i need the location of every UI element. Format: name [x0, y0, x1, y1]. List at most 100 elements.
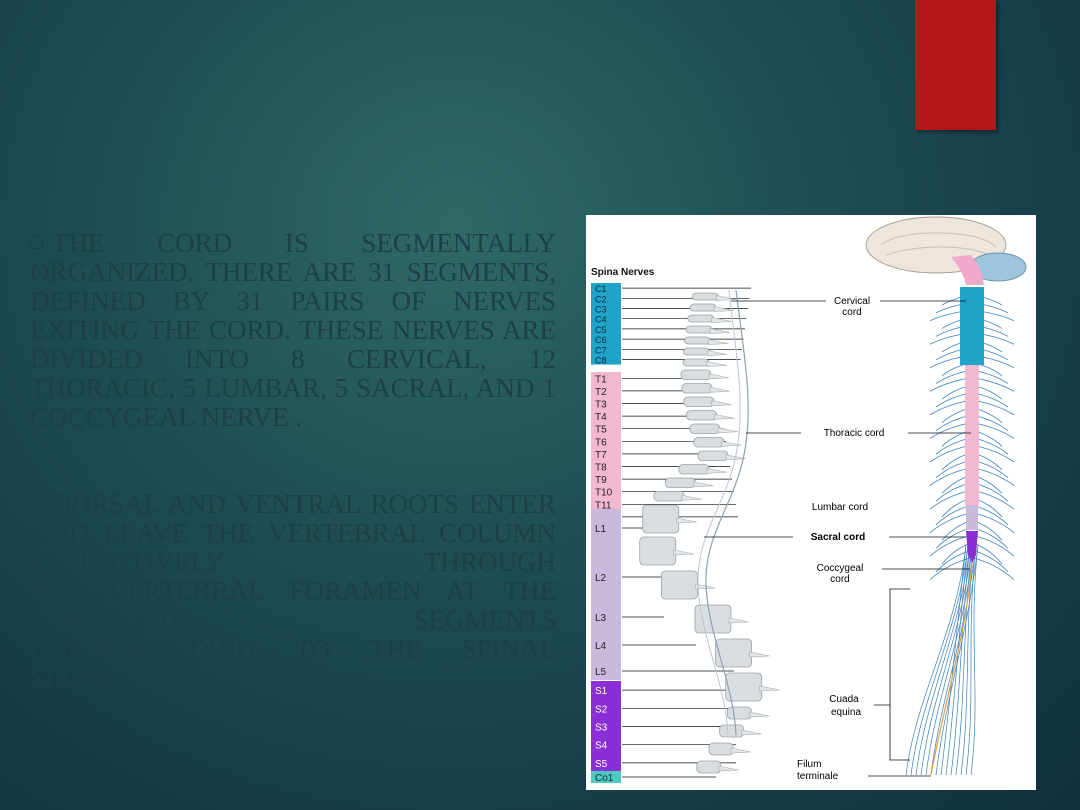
segment-label: L2: [595, 573, 607, 584]
segment-label: C6: [595, 335, 607, 345]
cervical-cord-segment: [960, 287, 984, 365]
segment-label: C3: [595, 305, 607, 315]
spinous-process: [749, 711, 770, 718]
nerve-root: [971, 534, 1015, 557]
segment-label: T1: [595, 374, 607, 385]
segment-label: C8: [595, 356, 607, 366]
segment-label: T5: [595, 425, 607, 436]
segment-label: S1: [595, 686, 608, 697]
vertebra: [708, 742, 734, 756]
spinous-process: [711, 317, 732, 323]
svg-text:Thoracic cord: Thoracic cord: [824, 428, 885, 439]
annotation-filum-terminale: Filum terminale: [797, 759, 931, 782]
spinous-process: [749, 651, 770, 658]
vertebra: [691, 292, 719, 301]
vertebra: [719, 724, 745, 738]
spinous-process: [681, 494, 702, 501]
spinous-process: [711, 400, 732, 407]
vertebra: [689, 303, 717, 312]
vertebra: [653, 491, 685, 502]
spinous-process: [708, 339, 729, 345]
spinous-process: [730, 747, 752, 754]
cauda-equina-strand: [915, 544, 971, 776]
spinous-process: [759, 685, 780, 692]
vertebra: [682, 347, 710, 356]
segment-label: S5: [595, 759, 608, 770]
vertebra: [693, 437, 725, 448]
spinous-process: [673, 549, 694, 556]
segment-label: L5: [595, 667, 607, 678]
annotation-cervical-cord: Cervical cord: [731, 296, 966, 318]
vertebra: [689, 423, 721, 434]
segment-label: C5: [595, 325, 607, 335]
vertebra: [696, 760, 722, 774]
svg-text:Filum: Filum: [797, 759, 821, 770]
vertebra: [682, 358, 710, 367]
annotation-sacral-cord: Sacral cord: [704, 532, 966, 543]
vertebra: [683, 396, 715, 407]
svg-text:Lumbar cord: Lumbar cord: [812, 502, 868, 513]
thoracic-cord-segment: [965, 365, 979, 505]
slide-text: THE CORD IS SEGMENTALLY ORGANIZED. THERE…: [30, 229, 556, 751]
spinous-process: [707, 350, 728, 356]
svg-text:terminale: terminale: [797, 771, 839, 782]
spinous-process: [717, 427, 738, 434]
spinous-process: [708, 373, 730, 380]
vertebra: [681, 383, 713, 394]
spinal-nerves-diagram: Spina Nerves C1C2C3C4C5C6C7C8T1T2T3T4T5T…: [591, 216, 1027, 784]
segment-label: T8: [595, 463, 607, 474]
cauda-equina-strand: [940, 544, 967, 776]
vertebra: [678, 464, 710, 475]
spinous-process: [714, 413, 735, 420]
svg-text:Cuada: Cuada: [829, 694, 859, 705]
square-bullet-icon: [30, 497, 43, 510]
svg-text:cord: cord: [830, 574, 849, 585]
vertebra: [680, 369, 712, 380]
vertebra: [697, 450, 729, 461]
spinous-process: [718, 765, 739, 772]
spinous-process: [706, 467, 727, 474]
spinous-process: [676, 517, 697, 524]
spinous-process: [728, 617, 750, 624]
spinous-process: [741, 729, 762, 736]
spinal-canal-line: [705, 289, 749, 736]
vertebra: [664, 477, 696, 488]
segment-label: T9: [595, 475, 607, 486]
vertebra: [684, 336, 711, 345]
spinous-process: [693, 481, 714, 488]
paragraph-text: DORSAL AND VENTRAL ROOTS ENTER AND LEAVE…: [30, 489, 556, 693]
segment-label: C1: [595, 284, 607, 294]
svg-text:Cervical: Cervical: [834, 296, 870, 307]
spinous-process: [721, 440, 742, 447]
segment-label: L1: [595, 524, 607, 535]
vertebra: [685, 325, 713, 334]
segment-label: S3: [595, 723, 608, 734]
figure-title: Spina Nerves: [591, 267, 655, 278]
segment-label: T3: [595, 400, 607, 411]
vertebra: [726, 706, 752, 720]
peripheral-nerves: [905, 294, 1015, 776]
spinal-canal-line-inner: [697, 289, 741, 736]
segment-label: T6: [595, 437, 607, 448]
spinous-process: [706, 361, 727, 367]
paragraph-text: THE CORD IS SEGMENTALLY ORGANIZED. THERE…: [30, 228, 556, 432]
vertebra: [687, 314, 715, 323]
segment-label: Co1: [595, 773, 614, 784]
cauda-equina-strand: [970, 544, 979, 776]
paragraph-segmentation: THE CORD IS SEGMENTALLY ORGANIZED. THERE…: [30, 229, 556, 432]
annotation-coccygeal-cord: Coccygeal cord: [817, 563, 970, 585]
segment-column: C1C2C3C4C5C6C7C8T1T2T3T4T5T6T7T8T9T10T11…: [591, 283, 621, 784]
brain-illustration: [865, 216, 1027, 285]
segment-label: L3: [595, 613, 607, 624]
annotation-cauda-equina: Cuada equina: [829, 588, 910, 761]
annotation-lumbar-cord: Lumbar cord: [812, 502, 868, 513]
segment-label: S4: [595, 741, 608, 752]
segment-label: C4: [595, 315, 607, 325]
svg-text:Coccygeal: Coccygeal: [817, 563, 864, 574]
vertebra: [660, 570, 698, 600]
svg-text:cord: cord: [842, 307, 861, 318]
spinal-nerves-figure: Spina Nerves C1 C2 C3 C4 C5 C6 C7 C8 T1 T2 T3 T4 T5 T…: [586, 215, 1036, 790]
vertebra: [715, 638, 753, 668]
paragraph-roots: DORSAL AND VENTRAL ROOTS ENTER AND LEAVE…: [30, 490, 556, 693]
segment-label: C2: [595, 294, 607, 304]
